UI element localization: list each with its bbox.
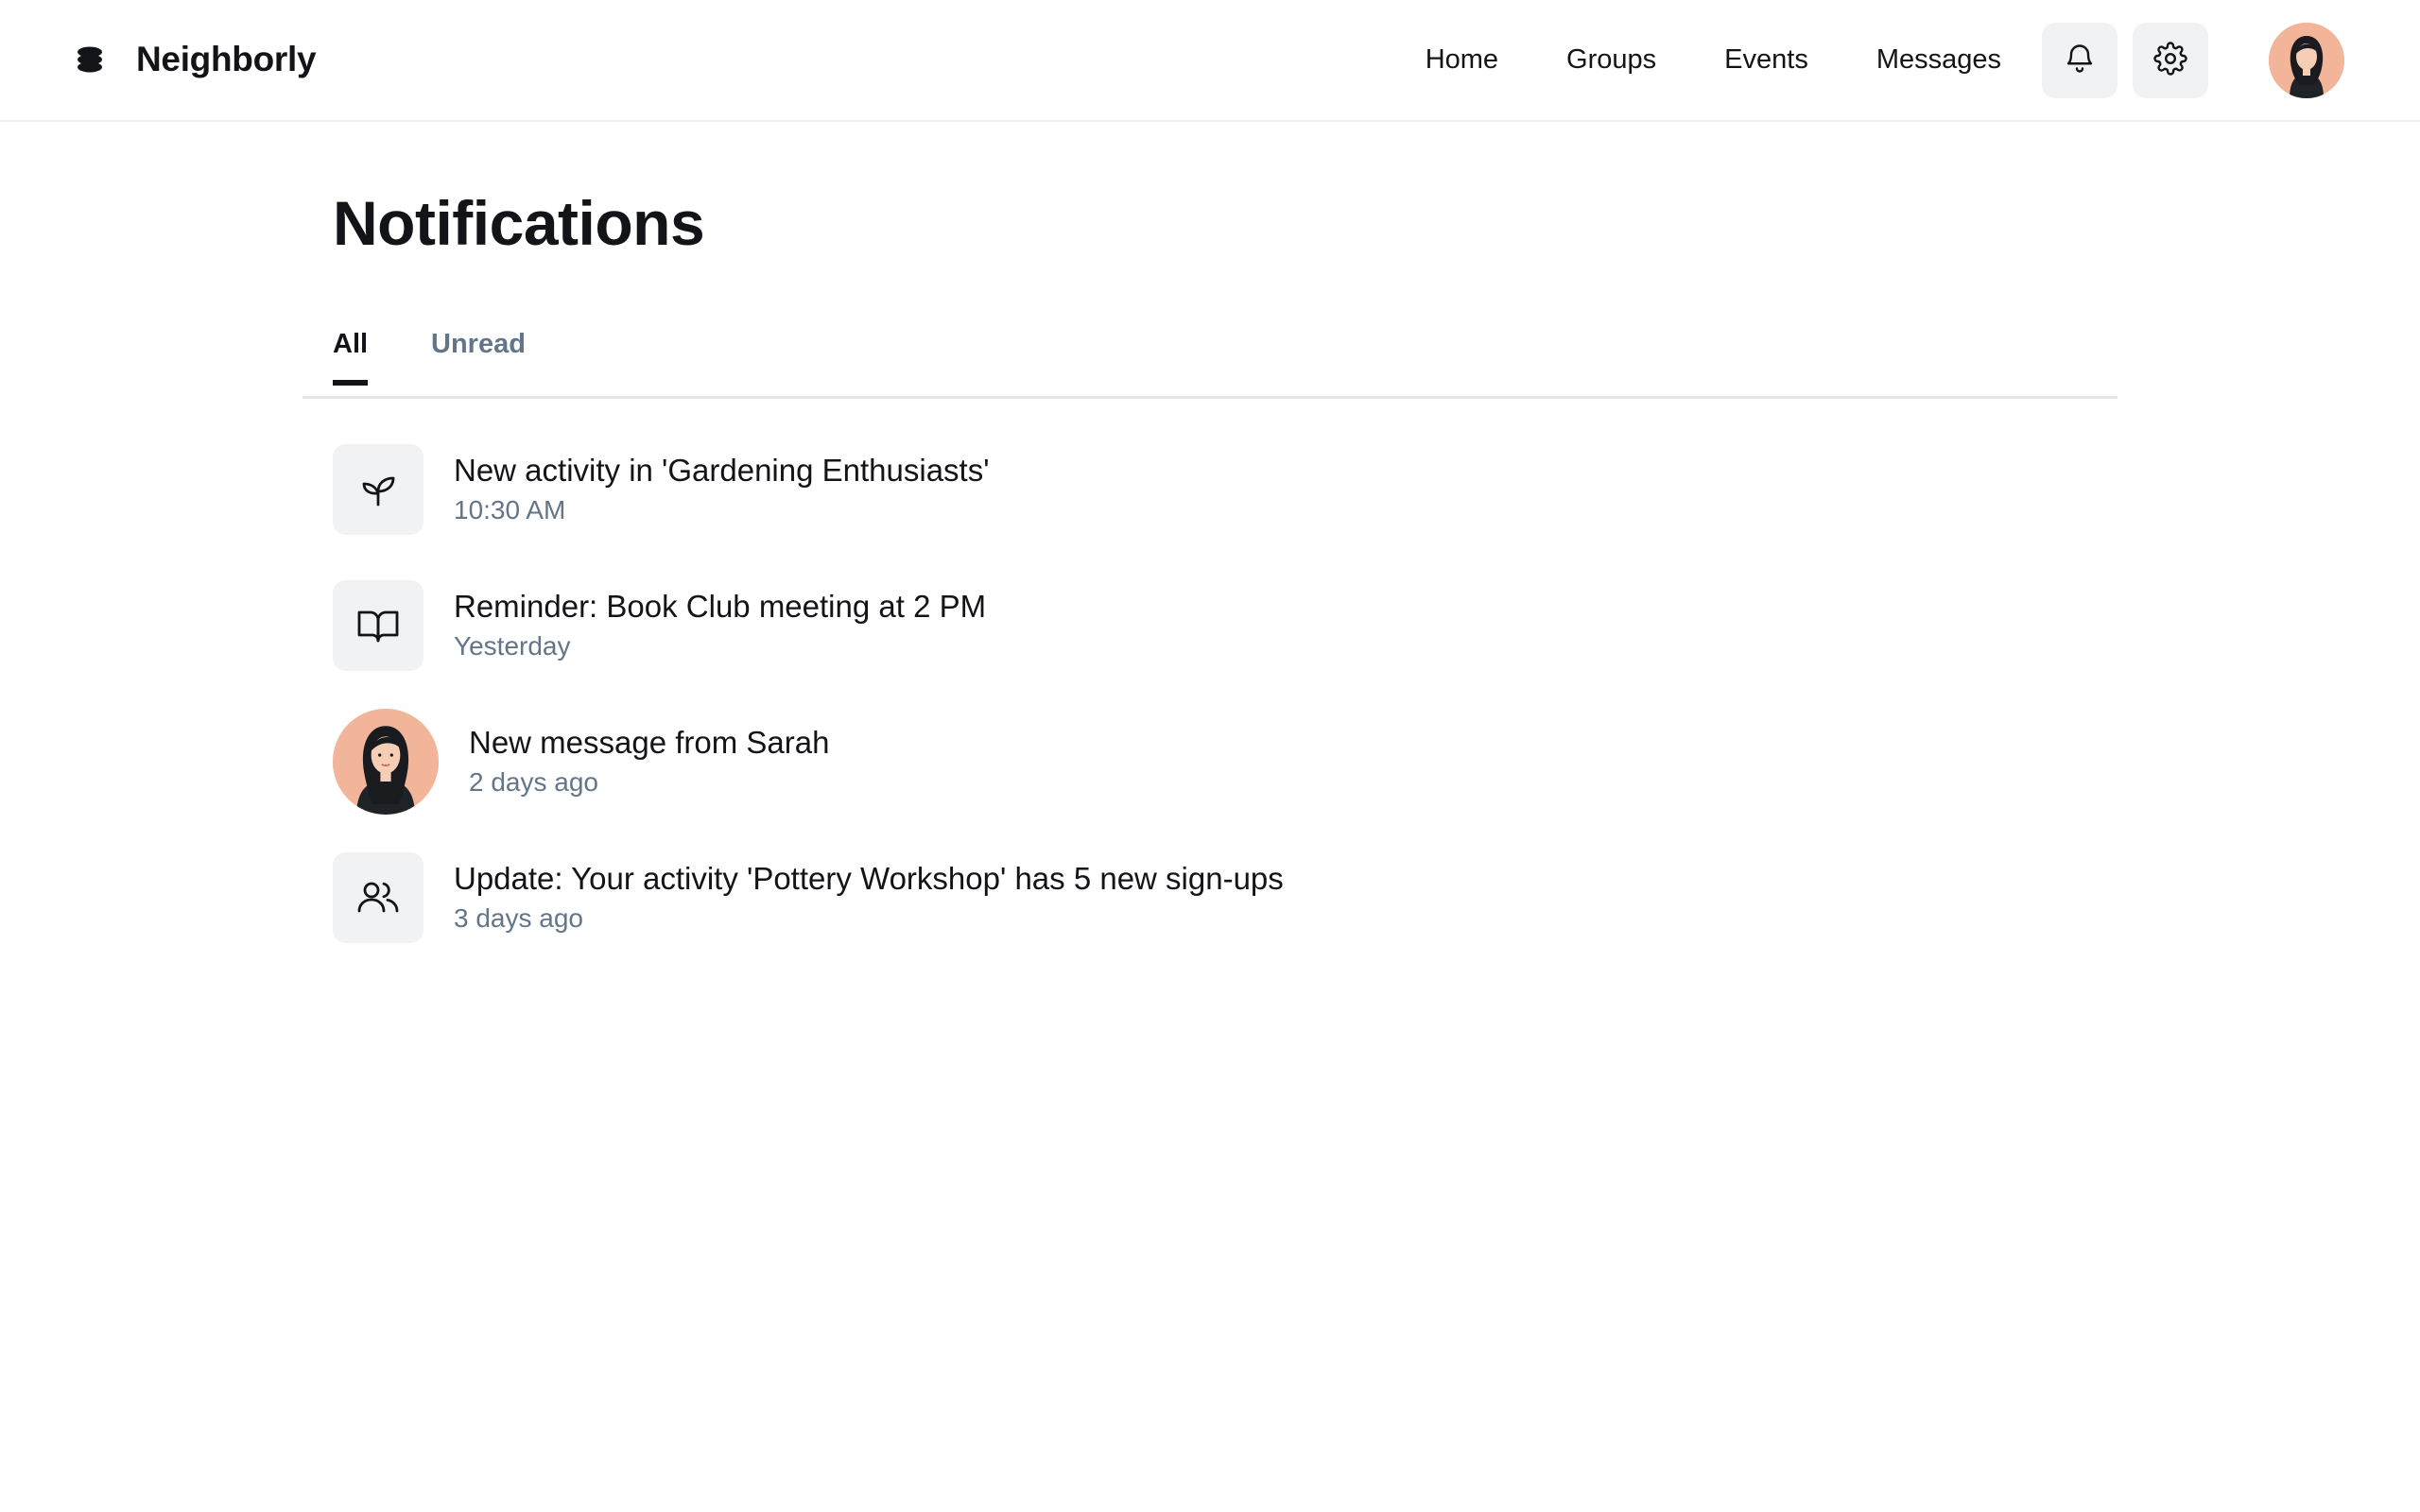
notification-time: 3 days ago xyxy=(454,903,583,933)
brand-name: Neighborly xyxy=(136,40,317,78)
plant-icon xyxy=(333,444,424,535)
notification-title: Update: Your activity 'Pottery Workshop'… xyxy=(454,861,1284,896)
gear-icon xyxy=(2153,41,2187,80)
users-icon xyxy=(333,852,424,943)
bell-icon xyxy=(2063,42,2097,80)
top-navbar: Neighborly Home Groups Events Messages xyxy=(0,0,2420,122)
tab-unread[interactable]: Unread xyxy=(431,329,526,383)
nav-messages[interactable]: Messages xyxy=(1876,44,2001,76)
nav-home[interactable]: Home xyxy=(1426,44,1498,76)
notification-item[interactable]: New message from Sarah 2 days ago xyxy=(333,709,829,815)
notifications-button[interactable] xyxy=(2042,23,2118,98)
book-icon xyxy=(333,580,424,671)
notification-title: New message from Sarah xyxy=(469,725,830,760)
brand[interactable]: Neighborly xyxy=(76,0,317,119)
notification-item[interactable]: New activity in 'Gardening Enthusiasts' … xyxy=(333,444,990,535)
notification-item[interactable]: Reminder: Book Club meeting at 2 PM Yest… xyxy=(333,580,986,671)
notification-time: 2 days ago xyxy=(469,767,598,797)
notification-title: New activity in 'Gardening Enthusiasts' xyxy=(454,453,990,488)
user-avatar[interactable] xyxy=(2269,23,2344,98)
notification-time: 10:30 AM xyxy=(454,495,566,524)
main-nav: Home Groups Events Messages xyxy=(1426,0,2001,119)
notification-time: Yesterday xyxy=(454,631,571,661)
tab-all[interactable]: All xyxy=(333,329,369,386)
page-title: Notifications xyxy=(333,188,705,258)
notification-item[interactable]: Update: Your activity 'Pottery Workshop'… xyxy=(333,852,1284,943)
settings-button[interactable] xyxy=(2133,23,2208,98)
nav-groups[interactable]: Groups xyxy=(1566,44,1656,76)
logo-icon xyxy=(76,45,104,74)
sarah-avatar xyxy=(333,709,439,815)
notification-title: Reminder: Book Club meeting at 2 PM xyxy=(454,589,987,624)
nav-events[interactable]: Events xyxy=(1724,44,1808,76)
notification-tabs: All Unread xyxy=(302,312,2118,399)
